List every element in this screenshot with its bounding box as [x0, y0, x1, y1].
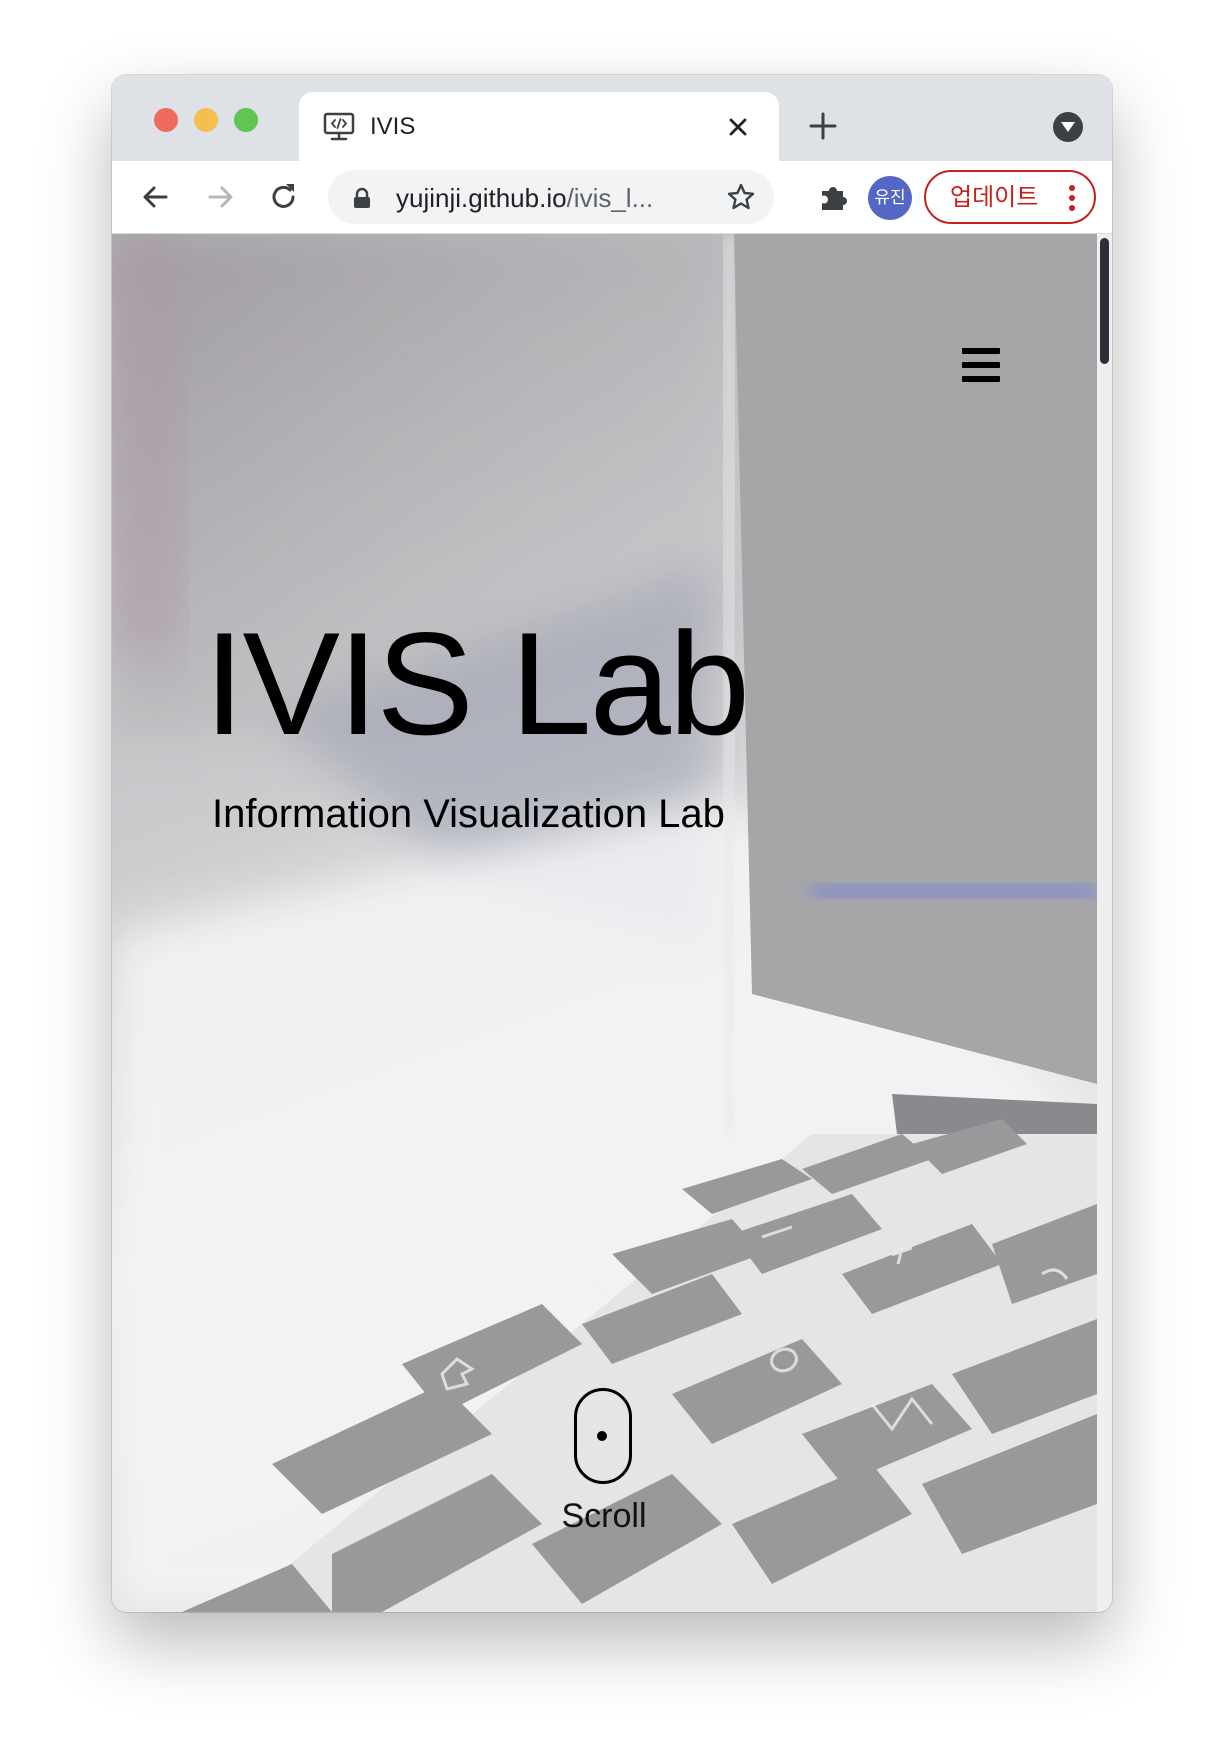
- tab-ivis[interactable]: IVIS: [299, 92, 779, 161]
- scroll-label[interactable]: Scroll: [514, 1496, 694, 1536]
- lock-icon[interactable]: [352, 187, 372, 209]
- tab-search-button[interactable]: [1053, 112, 1083, 142]
- profile-avatar[interactable]: 유진: [868, 176, 912, 220]
- star-icon[interactable]: [726, 182, 756, 212]
- close-icon[interactable]: [723, 112, 753, 142]
- puzzle-icon[interactable]: [816, 179, 852, 215]
- address-bar[interactable]: yujinji.github.io/ivis_l...: [328, 170, 774, 224]
- chevron-down-icon: [1061, 122, 1075, 132]
- url-path: /ivis_l...: [566, 183, 654, 213]
- tab-strip: IVIS: [112, 75, 1112, 161]
- page-viewport: IVIS Lab Information Visualization Lab S…: [112, 234, 1112, 1612]
- maximize-window-button[interactable]: [234, 108, 258, 132]
- close-window-button[interactable]: [154, 108, 178, 132]
- reload-icon[interactable]: [266, 179, 302, 215]
- more-vertical-icon: [1069, 185, 1075, 211]
- back-arrow-icon[interactable]: [138, 179, 174, 215]
- hero-section: IVIS Lab Information Visualization Lab S…: [112, 234, 1097, 1612]
- tab-title: IVIS: [370, 113, 416, 140]
- plus-icon[interactable]: [806, 109, 840, 143]
- update-button[interactable]: 업데이트: [924, 170, 1096, 224]
- browser-window: IVIS yujinji.github.io/ivis_l... 유진 업데이트…: [112, 75, 1112, 1612]
- minimize-window-button[interactable]: [194, 108, 218, 132]
- page-title: IVIS Lab: [204, 602, 750, 765]
- page-scrollbar[interactable]: [1097, 234, 1112, 1612]
- page-subtitle: Information Visualization Lab: [212, 792, 725, 836]
- update-button-label: 업데이트: [950, 184, 1039, 211]
- code-monitor-icon: [323, 112, 355, 141]
- mouse-wheel-dot: [597, 1431, 607, 1441]
- url-host: yujinji.github.io: [396, 183, 567, 213]
- scrollbar-thumb[interactable]: [1100, 238, 1109, 364]
- forward-arrow-icon[interactable]: [202, 179, 238, 215]
- url-text: yujinji.github.io/ivis_l...: [396, 183, 653, 213]
- hamburger-menu-icon[interactable]: [962, 348, 1000, 382]
- browser-toolbar: yujinji.github.io/ivis_l... 유진 업데이트: [112, 161, 1112, 234]
- mouse-icon[interactable]: [574, 1388, 632, 1484]
